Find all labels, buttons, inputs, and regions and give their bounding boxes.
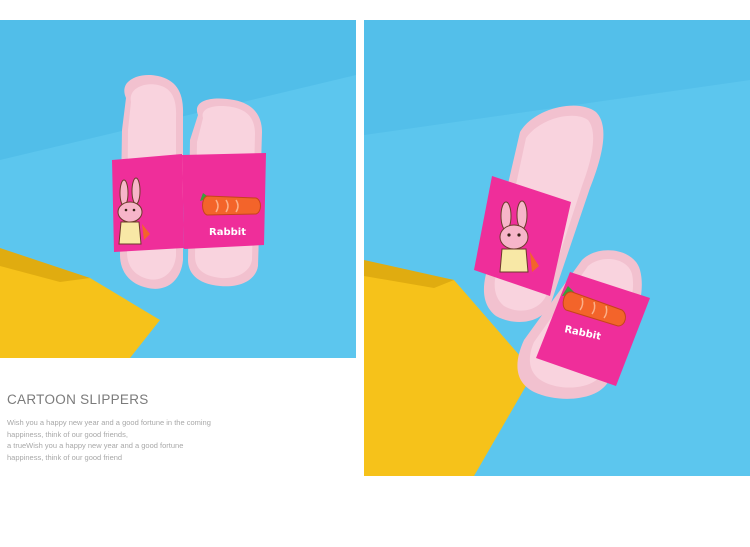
rabbit-label-left: Rabbit: [209, 227, 246, 238]
caption-title: CARTOON SLIPPERS: [7, 392, 149, 407]
slipper-right: Rabbit: [182, 98, 266, 287]
caption-body: Wish you a happy new year and a good for…: [7, 417, 347, 463]
product-caption: CARTOON SLIPPERS Wish you a happy new ye…: [7, 392, 347, 463]
caption-line: happiness, think of our good friends,: [7, 429, 128, 439]
product-photo-angle-view: Rabbit: [364, 20, 750, 476]
caption-line: a trueWish you a happy new year and a go…: [7, 441, 184, 450]
caption-line: Wish you a happy new year and a good for…: [7, 418, 211, 427]
product-photo-top-view: Rabbit: [0, 20, 356, 358]
caption-line: happiness, think of our good friend: [7, 452, 123, 462]
